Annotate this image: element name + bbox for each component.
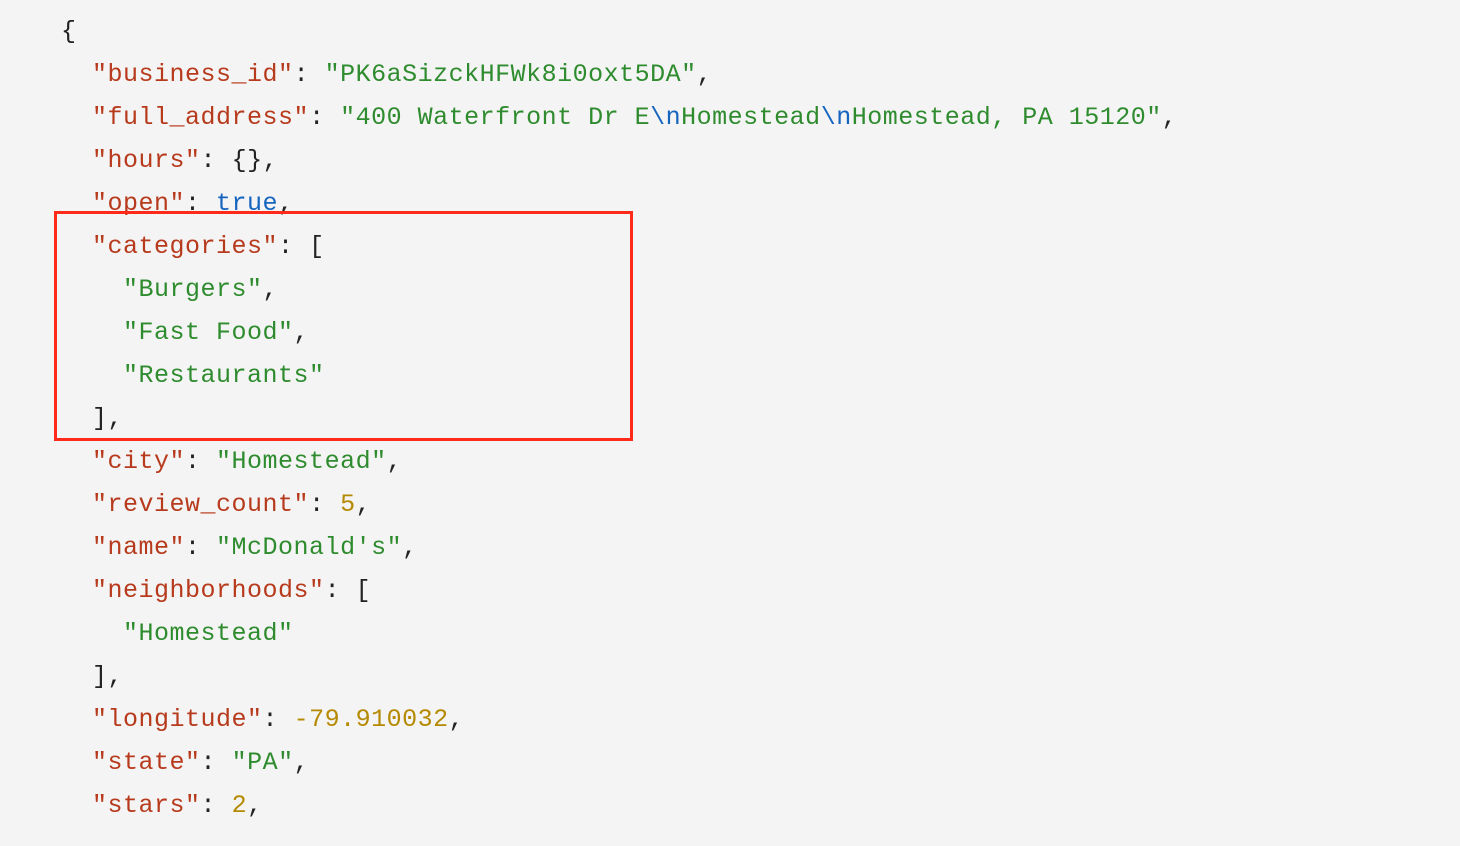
value-neighborhoods-0: "Homestead" — [123, 619, 294, 648]
value-name: "McDonald's" — [216, 533, 402, 562]
key-longitude: "longitude" — [92, 705, 263, 734]
key-open: "open" — [92, 189, 185, 218]
key-state: "state" — [92, 748, 201, 777]
value-state: "PA" — [232, 748, 294, 777]
value-open: true — [216, 189, 278, 218]
key-full-address: "full_address" — [92, 103, 309, 132]
escape-n-1: \n — [650, 103, 681, 132]
key-categories: "categories" — [92, 232, 278, 261]
value-full-address-seg3: Homestead, PA 15120" — [852, 103, 1162, 132]
json-code-block: { "business_id": "PK6aSizckHFWk8i0oxt5DA… — [0, 0, 1460, 827]
key-business-id: "business_id" — [92, 60, 294, 89]
value-categories-2: "Restaurants" — [123, 361, 325, 390]
value-stars: 2 — [232, 791, 248, 820]
value-hours: {} — [232, 146, 263, 175]
value-full-address-seg1: "400 Waterfront Dr E — [340, 103, 650, 132]
value-full-address-seg2: Homestead — [681, 103, 821, 132]
key-review-count: "review_count" — [92, 490, 309, 519]
escape-n-2: \n — [821, 103, 852, 132]
categories-bracket-open: [ — [309, 232, 325, 261]
value-longitude: -79.910032 — [294, 705, 449, 734]
key-name: "name" — [92, 533, 185, 562]
key-city: "city" — [92, 447, 185, 476]
key-neighborhoods: "neighborhoods" — [92, 576, 325, 605]
neighborhoods-bracket-close: ] — [92, 662, 108, 691]
value-city: "Homestead" — [216, 447, 387, 476]
value-categories-1: "Fast Food" — [123, 318, 294, 347]
categories-bracket-close: ] — [92, 404, 108, 433]
brace-open: { — [61, 17, 77, 46]
key-stars: "stars" — [92, 791, 201, 820]
json-source: { "business_id": "PK6aSizckHFWk8i0oxt5DA… — [30, 10, 1460, 827]
value-business-id: "PK6aSizckHFWk8i0oxt5DA" — [325, 60, 697, 89]
value-review-count: 5 — [340, 490, 356, 519]
value-categories-0: "Burgers" — [123, 275, 263, 304]
key-hours: "hours" — [92, 146, 201, 175]
neighborhoods-bracket-open: [ — [356, 576, 372, 605]
